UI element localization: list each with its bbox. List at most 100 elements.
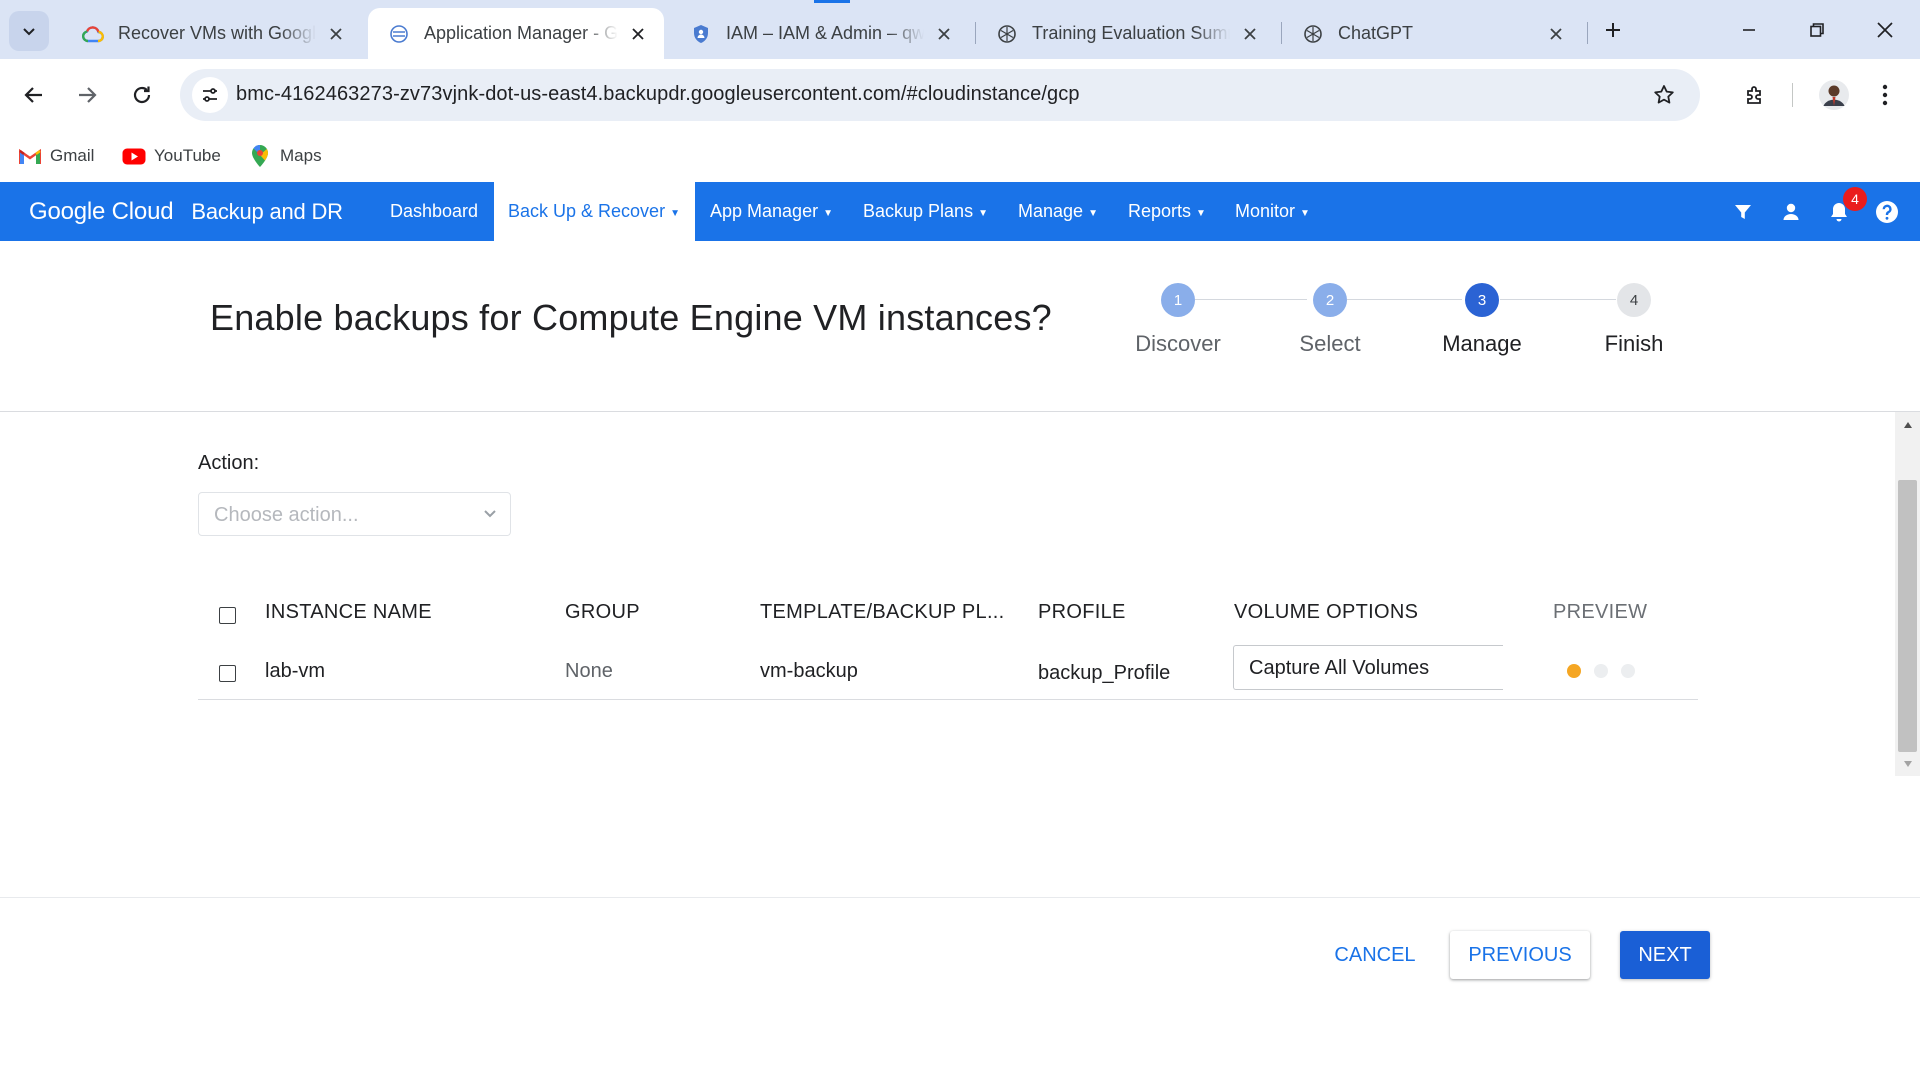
nav-reports[interactable]: Reports ▼ bbox=[1128, 182, 1206, 241]
cell-instance-name: lab-vm bbox=[265, 660, 326, 682]
page-title: Enable backups for Compute Engine VM ins… bbox=[210, 297, 1052, 338]
filter-button[interactable] bbox=[1727, 196, 1759, 228]
arrow-right-icon bbox=[79, 87, 97, 103]
bookmark-star-icon[interactable] bbox=[1650, 81, 1678, 109]
column-header-profile[interactable]: PROFILE bbox=[1038, 601, 1126, 624]
step-1-label: Discover bbox=[1135, 331, 1221, 356]
chatgpt-icon bbox=[996, 23, 1018, 45]
back-button[interactable] bbox=[14, 75, 54, 115]
minimize-button[interactable] bbox=[1729, 10, 1769, 50]
scroll-up-icon[interactable] bbox=[1898, 416, 1917, 434]
google-cloud-icon bbox=[82, 23, 104, 45]
column-header-instance-name[interactable]: INSTANCE NAME bbox=[265, 601, 432, 624]
tab-title: Training Evaluation Summ bbox=[1032, 23, 1230, 43]
close-window-button[interactable] bbox=[1865, 10, 1905, 50]
brand-name: Google Cloud bbox=[29, 198, 174, 225]
close-tab-icon[interactable] bbox=[1238, 22, 1262, 46]
column-header-group[interactable]: GROUP bbox=[565, 601, 640, 624]
avatar-icon bbox=[1819, 80, 1849, 110]
step-3-indicator: 3 bbox=[1465, 283, 1499, 317]
nav-manage[interactable]: Manage ▼ bbox=[1018, 182, 1098, 241]
column-header-volume-options[interactable]: VOLUME OPTIONS bbox=[1234, 601, 1418, 624]
chatgpt-icon bbox=[1302, 23, 1324, 45]
reload-icon bbox=[133, 86, 151, 104]
new-tab-button[interactable] bbox=[1593, 10, 1633, 50]
step-4-indicator: 4 bbox=[1617, 283, 1651, 317]
step-2-indicator: 2 bbox=[1313, 283, 1347, 317]
nav-label: Dashboard bbox=[390, 201, 479, 221]
bookmark-gmail[interactable]: Gmail bbox=[18, 139, 94, 173]
previous-button[interactable]: PREVIOUS bbox=[1450, 931, 1590, 979]
tab-title: Recover VMs with Google bbox=[118, 23, 316, 43]
toolbar-divider bbox=[1792, 83, 1793, 107]
chevron-down-icon bbox=[484, 510, 496, 518]
close-tab-icon[interactable] bbox=[932, 22, 956, 46]
nav-dashboard[interactable]: Dashboard bbox=[390, 182, 478, 241]
nav-label: Monitor bbox=[1235, 201, 1296, 221]
column-header-template[interactable]: TEMPLATE/BACKUP PL... bbox=[760, 601, 1005, 624]
gmail-icon bbox=[18, 144, 42, 168]
nav-label: Manage bbox=[1018, 201, 1084, 221]
user-button[interactable] bbox=[1775, 196, 1807, 228]
cancel-button[interactable]: CANCEL bbox=[1325, 931, 1425, 979]
browser-tab[interactable]: Recover VMs with Google bbox=[62, 8, 362, 59]
nav-back-up-recover[interactable]: Back Up & Recover ▼ bbox=[494, 182, 695, 241]
stepper-connector bbox=[1347, 299, 1462, 300]
restore-button[interactable] bbox=[1797, 10, 1837, 50]
nav-label: App Manager bbox=[710, 201, 819, 221]
help-button[interactable] bbox=[1871, 196, 1903, 228]
nav-monitor[interactable]: Monitor ▼ bbox=[1235, 182, 1310, 241]
browser-tab[interactable]: Training Evaluation Summ bbox=[976, 8, 1276, 59]
close-tab-icon[interactable] bbox=[626, 22, 650, 46]
minimize-icon bbox=[1743, 29, 1755, 31]
maps-pin-icon bbox=[248, 144, 272, 168]
row-checkbox[interactable] bbox=[219, 665, 236, 682]
shield-icon bbox=[690, 23, 712, 45]
extensions-button[interactable] bbox=[1735, 75, 1775, 115]
volume-options-select[interactable]: Capture All Volumes bbox=[1233, 645, 1503, 690]
scroll-down-icon[interactable] bbox=[1898, 755, 1917, 773]
forward-button[interactable] bbox=[67, 75, 107, 115]
select-all-checkbox[interactable] bbox=[219, 607, 236, 624]
caret-down-icon: ▼ bbox=[978, 207, 988, 219]
tab-title: IAM – IAM & Admin – qw bbox=[726, 23, 924, 43]
bookmark-maps[interactable]: Maps bbox=[248, 139, 322, 173]
close-tab-icon[interactable] bbox=[1544, 22, 1568, 46]
stepper-connector bbox=[1500, 299, 1616, 300]
bookmark-label: Gmail bbox=[50, 146, 95, 165]
preview-dot-active bbox=[1567, 664, 1581, 678]
browser-menu-button[interactable] bbox=[1865, 75, 1905, 115]
step-3-label: Manage bbox=[1442, 331, 1522, 356]
browser-tab[interactable]: ChatGPT bbox=[1282, 8, 1582, 59]
action-select[interactable]: Choose action... bbox=[198, 492, 511, 536]
nav-app-manager[interactable]: App Manager ▼ bbox=[710, 182, 833, 241]
reload-button[interactable] bbox=[122, 75, 162, 115]
product-name: Backup and DR bbox=[191, 199, 343, 224]
scrollbar-thumb[interactable] bbox=[1898, 480, 1917, 752]
table-row-divider bbox=[198, 699, 1698, 700]
restore-icon bbox=[1810, 23, 1824, 37]
browser-tab[interactable]: IAM – IAM & Admin – qw bbox=[670, 8, 970, 59]
bookmarks-bar: Gmail YouTube Maps bbox=[0, 131, 1920, 182]
bookmark-label: Maps bbox=[280, 146, 322, 165]
caret-down-icon: ▼ bbox=[1196, 207, 1206, 219]
bookmark-youtube[interactable]: YouTube bbox=[122, 139, 221, 173]
nav-label: Backup Plans bbox=[863, 201, 974, 221]
action-label: Action: bbox=[198, 452, 260, 474]
chevron-down-icon bbox=[23, 28, 35, 36]
next-button[interactable]: NEXT bbox=[1620, 931, 1710, 979]
tab-search-button[interactable] bbox=[9, 11, 49, 51]
cell-template: vm-backup bbox=[760, 660, 858, 682]
app-brand[interactable]: Google Cloud Backup and DR bbox=[29, 198, 343, 226]
action-placeholder: Choose action... bbox=[214, 504, 359, 526]
nav-backup-plans[interactable]: Backup Plans ▼ bbox=[863, 182, 988, 241]
youtube-icon bbox=[122, 144, 146, 168]
tab-title: Application Manager - Go bbox=[424, 23, 618, 43]
close-icon bbox=[1877, 22, 1893, 38]
browser-tab-active[interactable]: Application Manager - Go bbox=[368, 8, 664, 59]
address-bar[interactable]: bmc-4162463273-zv73vjnk-dot-us-east4.bac… bbox=[180, 69, 1700, 121]
profile-avatar[interactable] bbox=[1814, 75, 1854, 115]
site-info-icon[interactable] bbox=[192, 77, 228, 113]
close-tab-icon[interactable] bbox=[324, 22, 348, 46]
bookmark-label: YouTube bbox=[154, 146, 221, 165]
